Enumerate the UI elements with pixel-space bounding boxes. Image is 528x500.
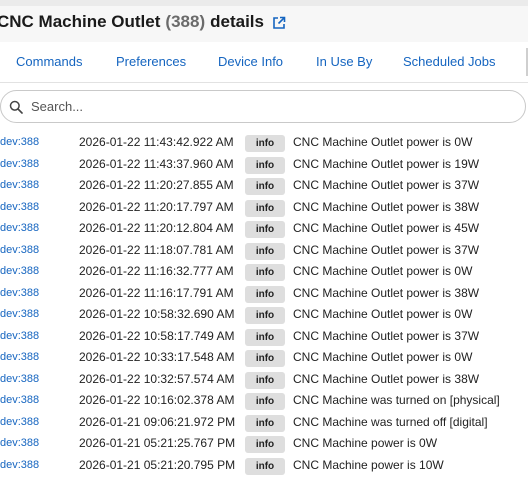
level-badge: info — [245, 221, 285, 238]
event-message: CNC Machine power is 10W — [293, 457, 444, 472]
event-timestamp: 2026-01-22 11:16:32.777 AM — [79, 264, 234, 278]
table-row: dev:388 2026-01-22 11:16:32.777 AM info CNC… — [0, 261, 528, 283]
table-row: dev:388 2026-01-22 11:18:07.781 AM info CNC… — [0, 240, 528, 262]
event-timestamp: 2026-01-22 10:58:32.690 AM — [79, 307, 235, 321]
event-message: CNC Machine Outlet power is 38W — [293, 371, 480, 386]
search-input[interactable] — [29, 98, 473, 115]
table-row: dev:388 2026-01-22 11:16:17.791 AM info CNC… — [0, 283, 528, 305]
event-message: CNC Machine Outlet power is 0W — [293, 350, 473, 364]
event-message: CNC Machine Outlet power is 37W — [293, 328, 480, 343]
device-link[interactable]: dev:388 — [0, 437, 39, 449]
table-row: dev:388 2026-01-22 11:20:12.804 AM info CNC… — [0, 218, 528, 240]
level-badge: info — [245, 264, 285, 281]
level-badge: info — [245, 135, 285, 152]
device-id: 388 — [171, 12, 200, 31]
level-badge: info — [245, 393, 285, 410]
tab-preferences[interactable]: Preferences — [116, 54, 186, 69]
level-badge: info — [245, 242, 285, 260]
event-message: CNC Machine power is 0W — [293, 436, 438, 450]
event-message: CNC Machine Outlet power is 37W — [293, 178, 480, 192]
table-row: dev:388 2026-01-22 10:33:17.548 AM info CNC… — [0, 347, 528, 369]
table-row: dev:388 2026-01-22 11:43:42.922 AM info CNC… — [0, 132, 528, 154]
level-badge: info — [245, 156, 285, 174]
device-id-count: (388) — [165, 12, 206, 31]
device-link[interactable]: dev:388 — [0, 201, 39, 213]
table-row: dev:388 2026-01-22 10:16:02.378 AM info CNC… — [0, 390, 528, 412]
event-timestamp: 2026-01-22 11:20:27.855 AM — [79, 178, 234, 192]
device-link[interactable]: dev:388 — [0, 416, 39, 428]
table-row: dev:388 2026-01-22 11:20:17.797 AM info CNC… — [0, 197, 528, 219]
event-message: CNC Machine Outlet power is 38W — [293, 199, 480, 214]
search-box[interactable] — [0, 90, 526, 123]
level-badge: info — [245, 436, 285, 453]
device-link[interactable]: dev:388 — [0, 222, 39, 234]
table-row: dev:388 2026-01-22 11:20:27.855 AM info CNC… — [0, 175, 528, 197]
details-suffix: details — [210, 12, 264, 31]
top-divider — [0, 0, 528, 6]
event-log: dev:388 2026-01-22 11:43:42.922 AM info CNC… — [0, 132, 528, 476]
device-link[interactable]: dev:388 — [0, 308, 39, 320]
device-link[interactable]: dev:388 — [0, 136, 39, 148]
event-message: CNC Machine Outlet power is 0W — [293, 264, 473, 278]
device-link[interactable]: dev:388 — [0, 287, 39, 299]
event-timestamp: 2026-01-22 11:20:17.797 AM — [79, 199, 234, 214]
event-message: CNC Machine Outlet power is 19W — [293, 156, 480, 171]
event-message: CNC Machine was turned off [digital] — [293, 414, 488, 429]
event-timestamp: 2026-01-22 11:18:07.781 AM — [79, 242, 234, 257]
title-bar: CNC Machine Outlet (388) details — [0, 0, 528, 42]
tab-device-info[interactable]: Device Info — [218, 54, 283, 69]
device-link[interactable]: dev:388 — [0, 351, 39, 363]
event-timestamp: 2026-01-22 11:16:17.791 AM — [79, 285, 234, 300]
device-link[interactable]: dev:388 — [0, 330, 39, 342]
device-link[interactable]: dev:388 — [0, 394, 39, 406]
event-timestamp: 2026-01-22 11:20:12.804 AM — [79, 221, 234, 235]
table-row: dev:388 2026-01-22 10:32:57.574 AM info CNC… — [0, 369, 528, 391]
level-badge: info — [245, 371, 285, 389]
device-link[interactable]: dev:388 — [0, 265, 39, 277]
device-link[interactable]: dev:388 — [0, 179, 39, 191]
table-row: dev:388 2026-01-21 05:21:25.767 PM info CNC… — [0, 433, 528, 455]
level-badge: info — [245, 457, 285, 475]
event-message: CNC Machine Outlet power is 38W — [293, 285, 480, 300]
tab-bar: Commands Preferences Device Info In Use … — [0, 42, 528, 83]
device-link[interactable]: dev:388 — [0, 158, 39, 170]
tab-scheduled-jobs[interactable]: Scheduled Jobs — [403, 54, 496, 69]
search-icon — [9, 100, 23, 114]
table-row: dev:388 2026-01-22 11:43:37.960 AM info CNC… — [0, 154, 528, 176]
device-link[interactable]: dev:388 — [0, 459, 39, 471]
event-timestamp: 2026-01-22 10:33:17.548 AM — [79, 350, 235, 364]
event-message: CNC Machine Outlet power is 0W — [293, 135, 473, 149]
tab-in-use-by[interactable]: In Use By — [316, 54, 372, 69]
level-badge: info — [245, 285, 285, 303]
device-link[interactable]: dev:388 — [0, 244, 39, 256]
external-link-icon[interactable] — [272, 15, 286, 29]
level-badge: info — [245, 328, 285, 346]
page-title: CNC Machine Outlet (388) details — [0, 12, 286, 32]
table-row: dev:388 2026-01-21 05:21:20.795 PM info CNC… — [0, 455, 528, 477]
device-name: CNC Machine Outlet — [0, 12, 161, 31]
event-timestamp: 2026-01-22 11:43:42.922 AM — [79, 135, 234, 149]
event-timestamp: 2026-01-21 09:06:21.972 PM — [79, 414, 236, 429]
level-badge: info — [245, 350, 285, 367]
level-badge: info — [245, 414, 285, 432]
event-message: CNC Machine was turned on [physical] — [293, 393, 500, 407]
tab-commands[interactable]: Commands — [16, 54, 82, 69]
event-timestamp: 2026-01-22 10:58:17.749 AM — [79, 328, 235, 343]
event-timestamp: 2026-01-21 05:21:20.795 PM — [79, 457, 236, 472]
device-link[interactable]: dev:388 — [0, 373, 39, 385]
event-message: CNC Machine Outlet power is 37W — [293, 242, 480, 257]
event-message: CNC Machine Outlet power is 45W — [293, 221, 480, 235]
event-timestamp: 2026-01-22 10:32:57.574 AM — [79, 371, 235, 386]
level-badge: info — [245, 199, 285, 217]
event-timestamp: 2026-01-22 10:16:02.378 AM — [79, 393, 235, 407]
event-message: CNC Machine Outlet power is 0W — [293, 307, 473, 321]
event-timestamp: 2026-01-22 11:43:37.960 AM — [79, 156, 234, 171]
level-badge: info — [245, 178, 285, 195]
table-row: dev:388 2026-01-22 10:58:32.690 AM info CNC… — [0, 304, 528, 326]
table-row: dev:388 2026-01-21 09:06:21.972 PM info CNC… — [0, 412, 528, 434]
event-timestamp: 2026-01-21 05:21:25.767 PM — [79, 436, 236, 450]
level-badge: info — [245, 307, 285, 324]
table-row: dev:388 2026-01-22 10:58:17.749 AM info CNC… — [0, 326, 528, 348]
